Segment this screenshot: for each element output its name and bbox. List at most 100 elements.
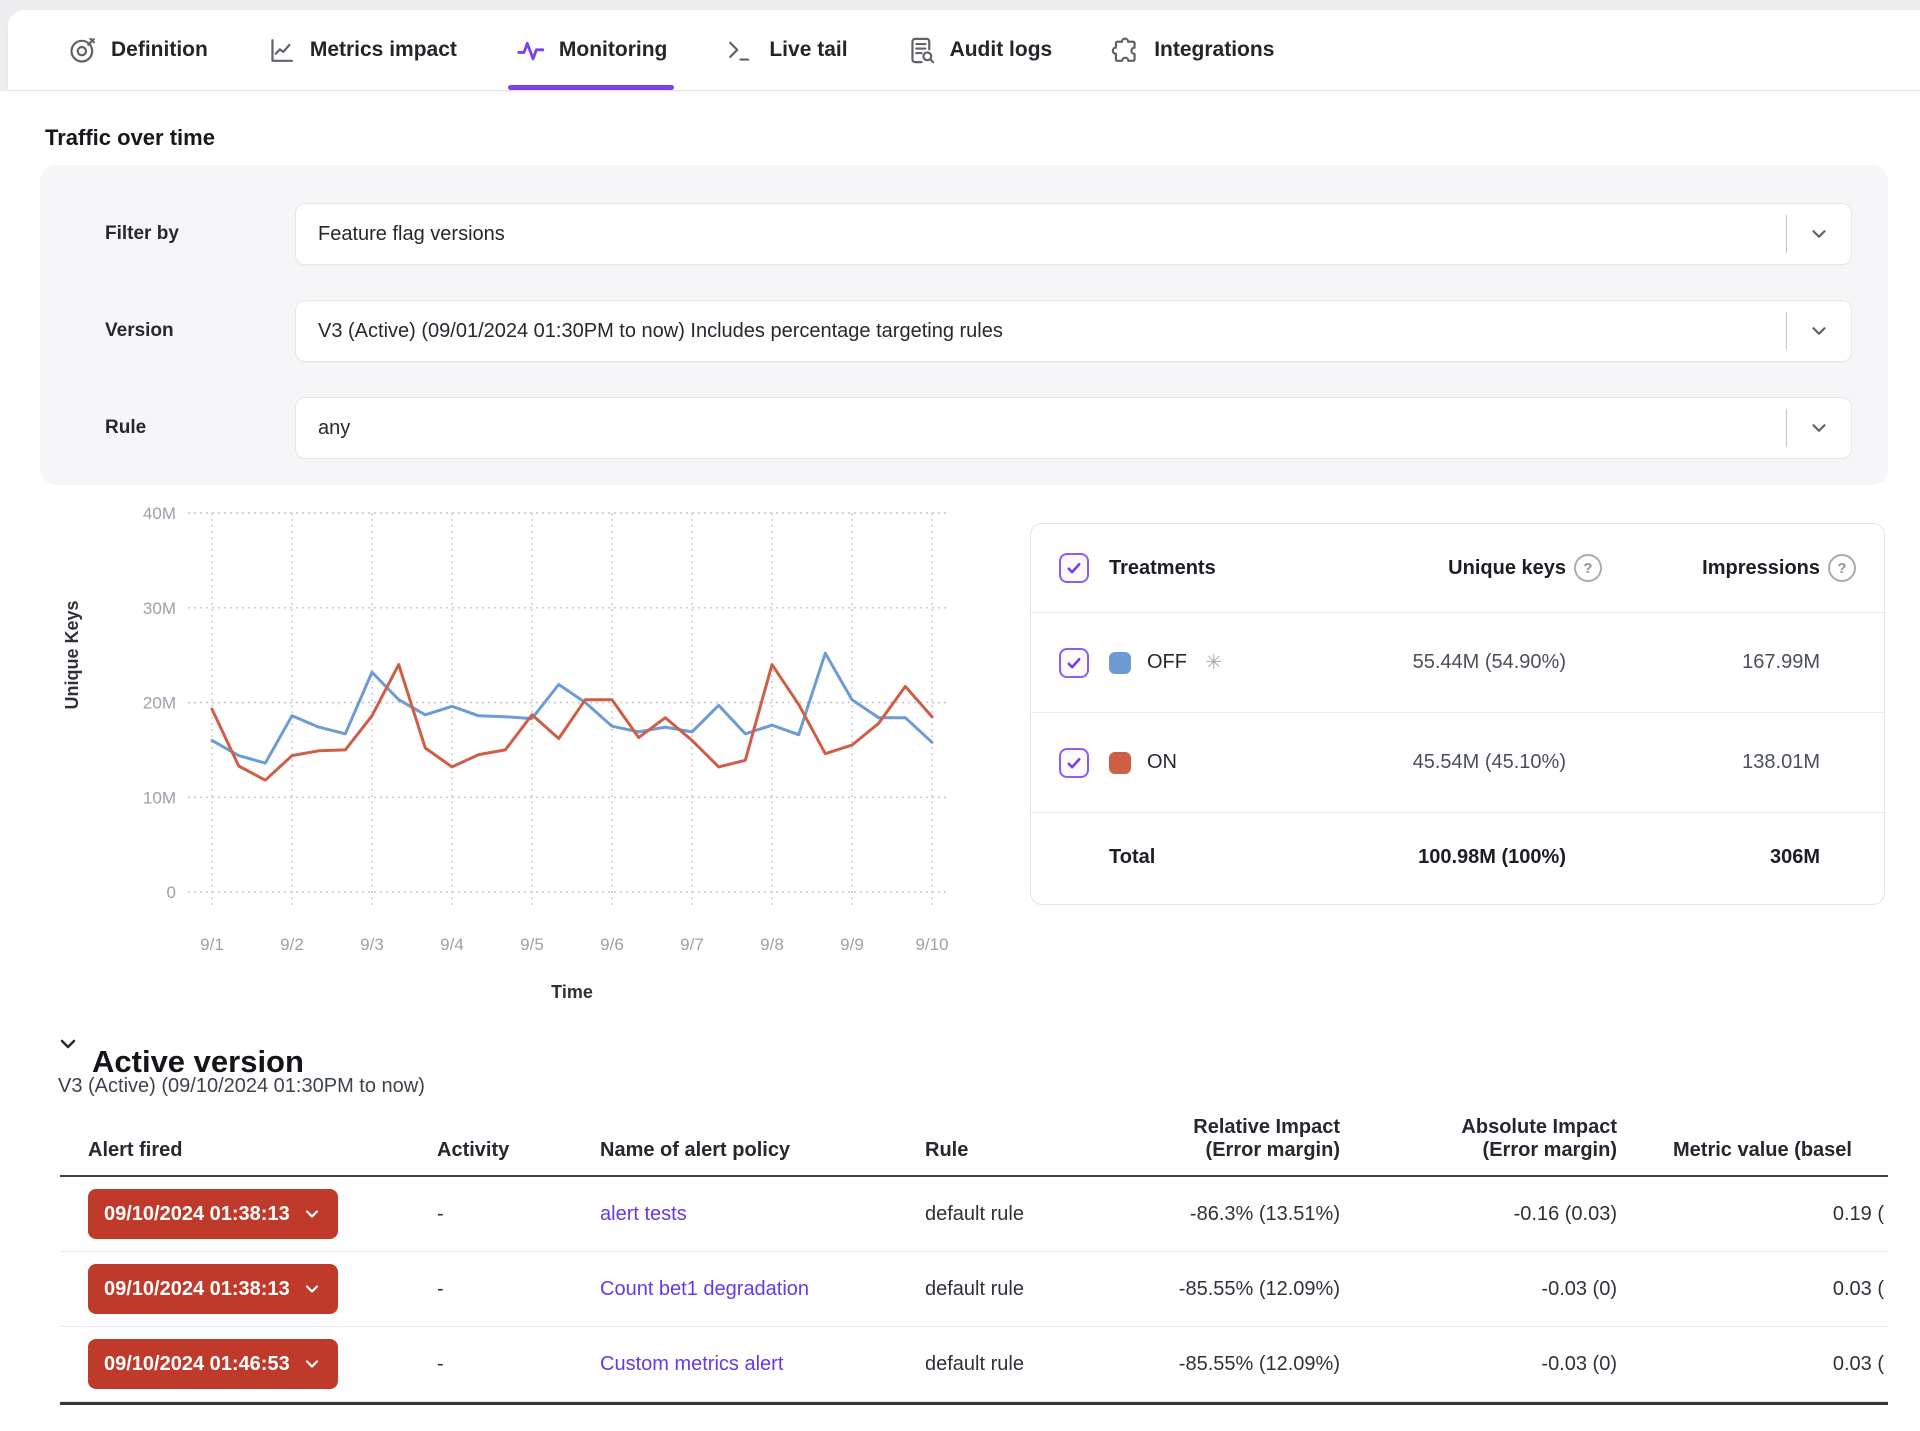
rule-label: Rule <box>105 397 146 459</box>
impressions-column-header: Impressions <box>1602 557 1820 580</box>
rule-value: default rule <box>925 1353 1150 1376</box>
svg-text:9/9: 9/9 <box>840 935 864 954</box>
alert-policy-link[interactable]: Count bet1 degradation <box>600 1278 809 1300</box>
chevron-down-icon[interactable] <box>1787 417 1851 439</box>
tab-label: Metrics impact <box>310 38 457 62</box>
tab-live-tail[interactable]: Live tail <box>696 10 876 90</box>
absolute-impact-value: -0.03 (0) <box>1340 1278 1617 1301</box>
filter-by-row: Filter by Feature flag versions <box>40 203 1888 265</box>
tab-bar: Definition Metrics impact Monitoring Liv… <box>8 10 1920 91</box>
off-impressions-value: 167.99M <box>1602 651 1820 674</box>
relative-impact-value: -86.3% (13.51%) <box>1150 1203 1340 1226</box>
treatment-name: OFF <box>1147 651 1187 674</box>
off-unique-keys-value: 55.44M (54.90%) <box>1336 651 1566 674</box>
svg-text:9/4: 9/4 <box>440 935 464 954</box>
svg-text:0: 0 <box>167 883 176 902</box>
version-row: Version V3 (Active) (09/01/2024 01:30PM … <box>40 300 1888 362</box>
traffic-over-time-chart: 010M20M30M40M9/19/29/39/49/59/69/79/89/9… <box>30 495 960 1020</box>
on-series-swatch <box>1109 752 1131 774</box>
alert-fired-button[interactable]: 09/10/2024 01:38:13 <box>88 1189 338 1239</box>
impressions-help-icon[interactable]: ? <box>1828 554 1856 582</box>
rule-value: default rule <box>925 1203 1150 1226</box>
metrics-chart-icon <box>266 35 297 66</box>
tab-label: Integrations <box>1154 38 1274 62</box>
frozen-snowflake-icon: ✳ <box>1205 650 1223 675</box>
version-select[interactable]: V3 (Active) (09/01/2024 01:30PM to now) … <box>295 300 1852 362</box>
svg-text:10M: 10M <box>143 788 176 807</box>
activity-header: Activity <box>437 1139 600 1162</box>
svg-text:9/10: 9/10 <box>915 935 948 954</box>
filter-by-select[interactable]: Feature flag versions <box>295 203 1852 265</box>
select-all-checkbox[interactable] <box>1059 553 1089 583</box>
filter-panel: Filter by Feature flag versions Version … <box>40 165 1888 485</box>
tab-integrations[interactable]: Integrations <box>1081 10 1303 90</box>
filter-by-label: Filter by <box>105 203 179 265</box>
chart-series-lines <box>212 653 932 780</box>
rule-select[interactable]: any <box>295 397 1852 459</box>
absolute-impact-header: Absolute Impact (Error margin) <box>1340 1116 1617 1162</box>
svg-text:9/8: 9/8 <box>760 935 784 954</box>
absolute-impact-value: -0.16 (0.03) <box>1340 1203 1617 1226</box>
version-value: V3 (Active) (09/01/2024 01:30PM to now) … <box>296 320 1786 343</box>
x-axis-label: Time <box>551 982 593 1002</box>
rule-row: Rule any <box>40 397 1888 459</box>
svg-text:9/2: 9/2 <box>280 935 304 954</box>
tab-audit-logs[interactable]: Audit logs <box>877 10 1082 90</box>
chart-gridlines <box>188 513 948 907</box>
off-series-swatch <box>1109 652 1131 674</box>
unique-keys-help-icon[interactable]: ? <box>1574 554 1602 582</box>
alert-policy-link[interactable]: Custom metrics alert <box>600 1353 783 1375</box>
chevron-down-icon <box>302 1204 322 1224</box>
puzzle-icon <box>1110 35 1141 66</box>
tab-metrics-impact[interactable]: Metrics impact <box>237 10 486 90</box>
tab-label: Audit logs <box>950 38 1053 62</box>
treatment-row-on: ON 45.54M (45.10%) 138.01M <box>1031 712 1884 812</box>
page-title: Traffic over time <box>45 125 215 151</box>
total-unique-keys-value: 100.98M (100%) <box>1336 846 1566 869</box>
alert-fired-header: Alert fired <box>88 1139 437 1162</box>
chevron-down-icon[interactable] <box>1787 223 1851 245</box>
svg-text:9/5: 9/5 <box>520 935 544 954</box>
rule-value: any <box>296 417 1786 440</box>
y-axis-label: Unique Keys <box>62 600 82 709</box>
total-label: Total <box>1109 846 1336 869</box>
alert-policy-link[interactable]: alert tests <box>600 1203 687 1225</box>
alert-fired-button[interactable]: 09/10/2024 01:46:53 <box>88 1339 338 1389</box>
alerts-header-row: Alert fired Activity Name of alert polic… <box>60 1108 1888 1177</box>
on-checkbox[interactable] <box>1059 748 1089 778</box>
svg-text:9/6: 9/6 <box>600 935 624 954</box>
activity-value: - <box>437 1353 600 1376</box>
tab-label: Live tail <box>769 38 847 62</box>
terminal-icon <box>725 35 756 66</box>
metric-value: 0.03 ( <box>1617 1353 1888 1376</box>
absolute-impact-value: -0.03 (0) <box>1340 1353 1617 1376</box>
monitoring-pulse-icon <box>515 35 546 66</box>
version-label: Version <box>105 300 174 362</box>
topbar-background: Definition Metrics impact Monitoring Liv… <box>0 0 1920 91</box>
chart-tick-labels: 010M20M30M40M9/19/29/39/49/59/69/79/89/9… <box>143 504 949 954</box>
alert-row: 09/10/2024 01:38:13 - Count bet1 degrada… <box>60 1252 1888 1327</box>
active-version-collapse-chevron-icon[interactable] <box>56 1032 80 1061</box>
metric-value: 0.03 ( <box>1617 1278 1888 1301</box>
alerts-table: Alert fired Activity Name of alert polic… <box>60 1108 1888 1405</box>
on-impressions-value: 138.01M <box>1602 751 1820 774</box>
filter-by-value: Feature flag versions <box>296 223 1786 246</box>
alert-fired-button[interactable]: 09/10/2024 01:38:13 <box>88 1264 338 1314</box>
treatment-row-off: OFF ✳ 55.44M (54.90%) 167.99M <box>1031 612 1884 712</box>
metric-value-header: Metric value (basel <box>1617 1139 1888 1162</box>
metric-value: 0.19 ( <box>1617 1203 1888 1226</box>
relative-impact-value: -85.55% (12.09%) <box>1150 1353 1340 1376</box>
tab-monitoring[interactable]: Monitoring <box>486 10 696 90</box>
on-unique-keys-value: 45.54M (45.10%) <box>1336 751 1566 774</box>
treatments-panel: Treatments Unique keys ? Impressions ? O… <box>1030 523 1885 905</box>
treatments-column-header: Treatments <box>1109 557 1336 580</box>
unique-keys-column-header: Unique keys <box>1336 557 1566 580</box>
tab-definition[interactable]: Definition <box>38 10 237 90</box>
activity-value: - <box>437 1203 600 1226</box>
chevron-down-icon[interactable] <box>1787 320 1851 342</box>
off-checkbox[interactable] <box>1059 648 1089 678</box>
active-version-subtitle: V3 (Active) (09/10/2024 01:30PM to now) <box>58 1075 425 1098</box>
alert-row: 09/10/2024 01:46:53 - Custom metrics ale… <box>60 1327 1888 1402</box>
svg-text:9/3: 9/3 <box>360 935 384 954</box>
svg-text:40M: 40M <box>143 504 176 523</box>
